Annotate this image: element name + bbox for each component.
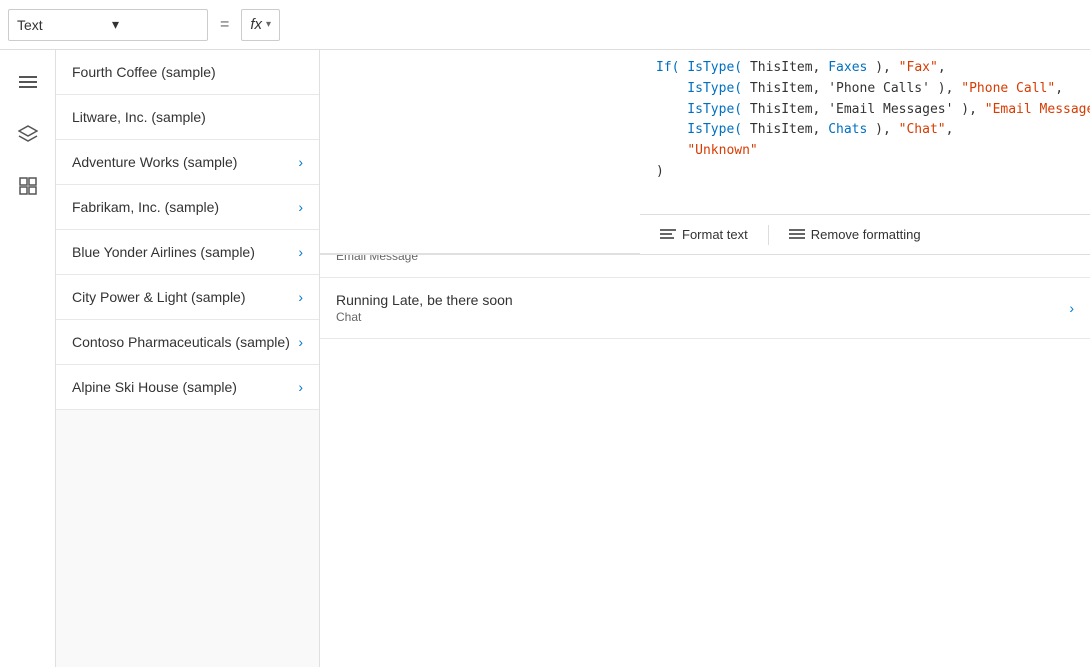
list-item-label: Fabrikam, Inc. (sample): [72, 199, 219, 215]
chevron-right-icon: ›: [298, 199, 303, 215]
list-panel: Fourth Coffee (sample)Litware, Inc. (sam…: [56, 50, 320, 667]
formula-overlay: If( IsType( ThisItem, Faxes ), "Fax", Is…: [320, 50, 1090, 255]
detail-item-subtitle: Chat: [336, 310, 1069, 324]
fx-icon: fx: [250, 16, 262, 33]
list-item[interactable]: Fabrikam, Inc. (sample) ›: [56, 185, 319, 230]
chevron-right-icon: ›: [298, 334, 303, 350]
text-field-label: Text: [17, 17, 104, 33]
chevron-down-icon: ▾: [112, 16, 199, 33]
remove-formatting-label: Remove formatting: [811, 227, 921, 242]
detail-item-title: Running Late, be there soon: [336, 292, 1069, 308]
list-item-label: Adventure Works (sample): [72, 154, 237, 170]
toolbar-divider: [768, 225, 769, 245]
format-text-label: Format text: [682, 227, 748, 242]
chevron-right-icon: ›: [298, 244, 303, 260]
remove-formatting-button[interactable]: Remove formatting: [777, 223, 933, 246]
left-sidebar: [0, 50, 56, 667]
list-item-label: Alpine Ski House (sample): [72, 379, 237, 395]
list-item[interactable]: Adventure Works (sample) ›: [56, 140, 319, 185]
list-item[interactable]: Contoso Pharmaceuticals (sample) ›: [56, 320, 319, 365]
list-item-label: Contoso Pharmaceuticals (sample): [72, 334, 290, 350]
sidebar-icon-layers[interactable]: [12, 118, 44, 150]
detail-item[interactable]: Running Late, be there soon Chat›: [320, 278, 1090, 339]
equals-sign: =: [216, 16, 233, 34]
format-text-button[interactable]: Format text: [648, 223, 760, 246]
sidebar-icon-grid[interactable]: [12, 170, 44, 202]
top-bar: Text ▾ = fx ▾: [0, 0, 1090, 50]
list-item[interactable]: City Power & Light (sample) ›: [56, 275, 319, 320]
list-item-label: City Power & Light (sample): [72, 289, 246, 305]
formula-area[interactable]: If( IsType( ThisItem, Faxes ), "Fax", Is…: [640, 50, 1090, 215]
sidebar-icon-menu[interactable]: [12, 66, 44, 98]
chevron-right-icon: ›: [298, 289, 303, 305]
formula-toolbar: Format text Remove formatting: [640, 215, 1090, 255]
chevron-right-icon: ›: [298, 379, 303, 395]
fx-chevron-icon: ▾: [266, 19, 271, 30]
list-item[interactable]: Alpine Ski House (sample) ›: [56, 365, 319, 410]
list-item: Litware, Inc. (sample): [56, 95, 319, 140]
text-field-dropdown[interactable]: Text ▾: [8, 9, 208, 41]
list-item: Fourth Coffee (sample): [56, 50, 319, 95]
list-item-label: Blue Yonder Airlines (sample): [72, 244, 255, 260]
chevron-right-icon: ›: [1069, 300, 1074, 316]
list-item[interactable]: Blue Yonder Airlines (sample) ›: [56, 230, 319, 275]
chevron-right-icon: ›: [298, 154, 303, 170]
fx-button[interactable]: fx ▾: [241, 9, 280, 41]
